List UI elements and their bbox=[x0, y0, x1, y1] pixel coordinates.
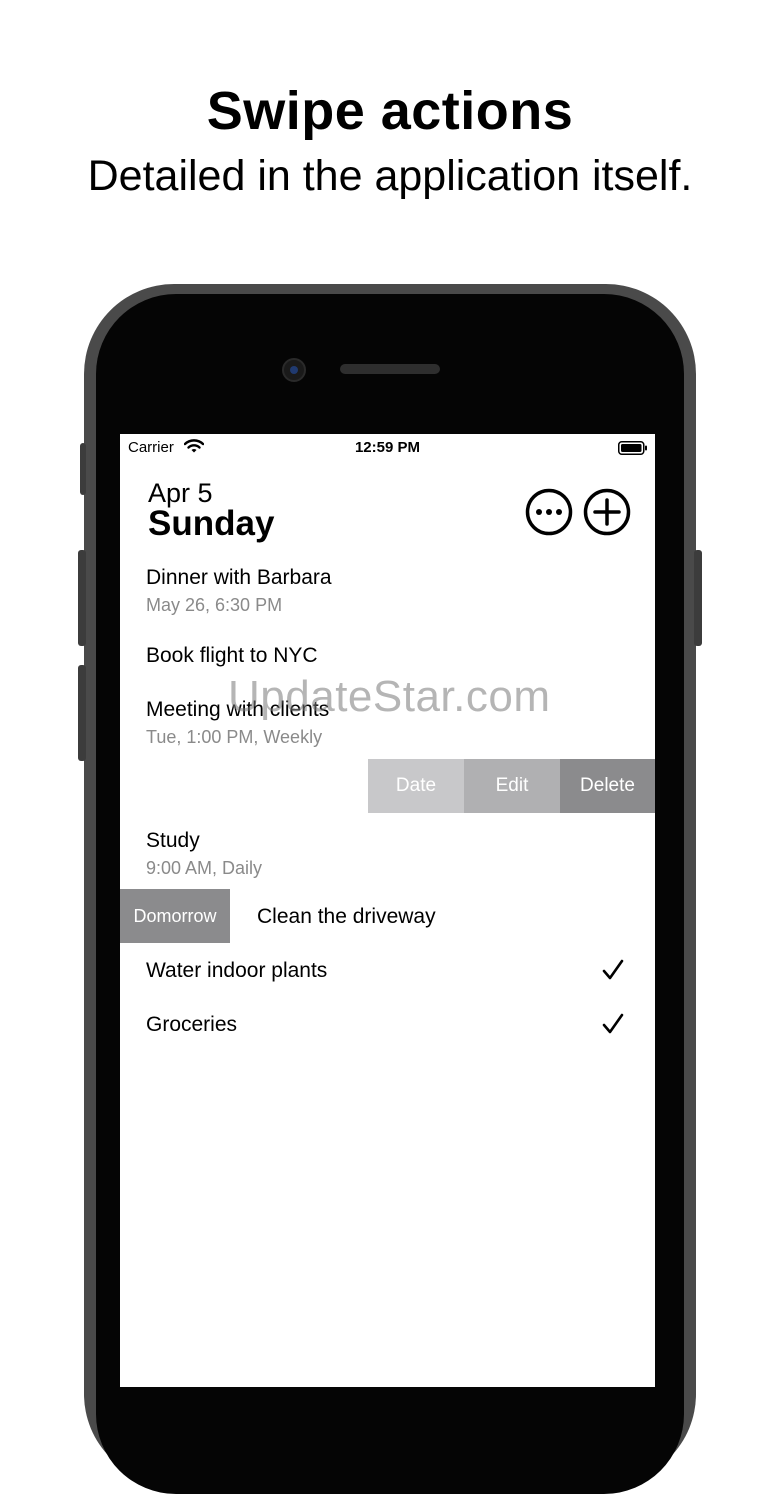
task-title: Groceries bbox=[146, 1013, 238, 1036]
task-row[interactable]: Water indoor plants bbox=[146, 959, 636, 983]
task-subtitle: 9:00 AM, Daily bbox=[146, 858, 263, 878]
earpiece-speaker bbox=[340, 364, 440, 374]
date-action-button[interactable]: Date bbox=[368, 759, 464, 813]
promo-subline: Detailed in the application itself. bbox=[87, 152, 693, 200]
more-options-icon[interactable] bbox=[525, 488, 573, 536]
mute-switch bbox=[80, 443, 86, 495]
add-task-icon[interactable] bbox=[583, 488, 631, 536]
tomorrow-action-button[interactable]: Domorrow bbox=[120, 889, 230, 943]
status-time: 12:59 PM bbox=[354, 439, 421, 456]
app-screen: Carrier 12:59 PM Apr 5 Sunday Dinner wit… bbox=[120, 434, 655, 1387]
front-camera bbox=[282, 358, 306, 382]
task-row[interactable]: Book flight to NYC bbox=[146, 644, 636, 668]
task-title: Water indoor plants bbox=[146, 959, 328, 982]
task-subtitle: May 26, 6:30 PM bbox=[146, 595, 283, 615]
power-button bbox=[694, 550, 702, 646]
checkmark-icon[interactable] bbox=[601, 958, 625, 982]
task-title: Clean the driveway bbox=[257, 905, 436, 928]
watermark-text: UpdateStar.com bbox=[228, 672, 551, 721]
task-row[interactable]: Study 9:00 AM, Daily bbox=[146, 829, 636, 879]
task-subtitle: Tue, 1:00 PM, Weekly bbox=[146, 727, 323, 747]
weekday-title: Sunday bbox=[148, 504, 275, 543]
volume-up-button bbox=[78, 550, 86, 646]
edit-action-button[interactable]: Edit bbox=[464, 759, 560, 813]
status-bar: Carrier 12:59 PM bbox=[120, 434, 655, 460]
task-title: Book flight to NYC bbox=[146, 644, 318, 667]
delete-action-button[interactable]: Delete bbox=[560, 759, 655, 813]
task-row[interactable]: Dinner with Barbara May 26, 6:30 PM bbox=[146, 566, 636, 616]
swipe-actions-trailing: Date Edit Delete bbox=[368, 759, 655, 813]
task-title: Study bbox=[146, 829, 200, 852]
promo-headline: Swipe actions bbox=[206, 81, 574, 141]
battery-icon bbox=[618, 441, 647, 455]
task-row[interactable]: Groceries bbox=[146, 1013, 636, 1037]
volume-down-button bbox=[78, 665, 86, 761]
task-title: Dinner with Barbara bbox=[146, 566, 332, 589]
task-row[interactable]: Clean the driveway bbox=[257, 905, 637, 929]
checkmark-icon[interactable] bbox=[601, 1012, 625, 1036]
